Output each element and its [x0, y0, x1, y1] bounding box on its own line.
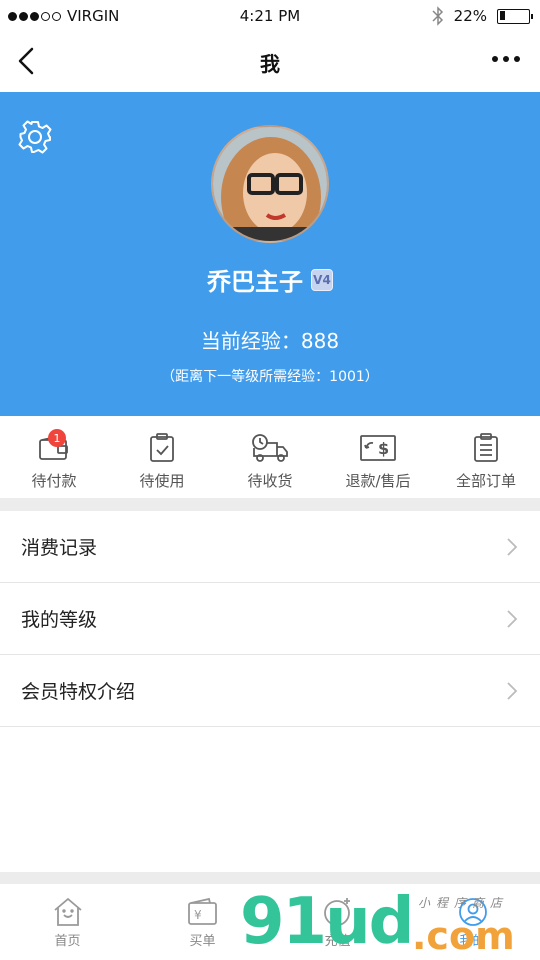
- profile-header: 乔巴主子 V4 当前经验：888 （距离下一等级所需经验：1001）: [0, 92, 540, 416]
- clipboard-check-icon: [142, 432, 182, 464]
- order-label: 待付款: [31, 472, 77, 490]
- coin-plus-icon: ¥: [323, 898, 350, 926]
- order-to-use[interactable]: 待使用: [108, 416, 216, 498]
- vip-level-badge: V4: [311, 268, 333, 291]
- tab-pay[interactable]: ¥ 买单: [135, 884, 270, 960]
- tab-label: 我的: [459, 934, 486, 949]
- tab-bar: 首页 ¥ 买单 ¥ 充值 我的: [0, 884, 540, 960]
- menu-consumption-records[interactable]: 消费记录: [0, 511, 540, 583]
- current-experience: 当前经验：888: [200, 329, 340, 353]
- tab-label: 充值: [324, 934, 351, 949]
- bluetooth-icon: [432, 6, 443, 26]
- page-title: 我: [260, 52, 280, 76]
- order-label: 退款/售后: [345, 472, 411, 490]
- svg-text:¥: ¥: [332, 907, 340, 921]
- settings-gear-icon[interactable]: [17, 119, 53, 155]
- order-all[interactable]: 全部订单: [432, 416, 540, 498]
- avatar[interactable]: [211, 125, 329, 243]
- tab-mine[interactable]: 我的: [405, 884, 540, 960]
- tab-recharge[interactable]: ¥ 充值: [270, 884, 405, 960]
- bottom-divider: [0, 872, 540, 884]
- chevron-right-icon: [507, 537, 518, 556]
- username: 乔巴主子: [207, 268, 303, 296]
- avatar-photo: [213, 127, 327, 241]
- chevron-right-icon: [507, 681, 518, 700]
- menu-label: 会员特权介绍: [21, 681, 136, 703]
- delivery-truck-icon: [250, 432, 290, 464]
- order-pending-payment[interactable]: 1 待付款: [0, 416, 108, 498]
- section-divider: [0, 498, 540, 511]
- order-refund[interactable]: $ 退款/售后: [324, 416, 432, 498]
- battery-percent: 22%: [453, 7, 487, 25]
- username-row: 乔巴主子 V4: [0, 262, 540, 297]
- status-bar: VIRGIN 4:21 PM 22%: [0, 0, 540, 32]
- user-icon: [458, 898, 487, 926]
- order-label: 全部订单: [455, 472, 516, 490]
- order-shortcuts: 1 待付款 待使用 待收货 $ 退款/售后 全部订单: [0, 416, 540, 498]
- menu-label: 我的等级: [21, 609, 98, 631]
- nav-bar: 我: [0, 32, 540, 92]
- status-right: 22%: [432, 6, 533, 26]
- order-label: 待使用: [139, 472, 185, 490]
- menu-label: 消费记录: [21, 537, 98, 559]
- home-icon: [53, 897, 82, 926]
- menu-list: 消费记录 我的等级 会员特权介绍: [0, 511, 540, 727]
- menu-member-privileges[interactable]: 会员特权介绍: [0, 655, 540, 727]
- svg-text:$: $: [378, 439, 389, 458]
- menu-my-level[interactable]: 我的等级: [0, 583, 540, 655]
- tab-home[interactable]: 首页: [0, 884, 135, 960]
- tab-label: 买单: [189, 934, 216, 949]
- order-list-icon: [466, 432, 506, 464]
- more-options-icon[interactable]: [492, 56, 520, 62]
- battery-icon: [497, 8, 533, 24]
- next-level-hint: （距离下一等级所需经验：1001）: [161, 369, 379, 385]
- order-label: 待收货: [247, 472, 293, 490]
- order-to-receive[interactable]: 待收货: [216, 416, 324, 498]
- tab-label: 首页: [54, 934, 81, 949]
- chevron-right-icon: [507, 609, 518, 628]
- refund-icon: $: [358, 432, 398, 464]
- wallet-yen-icon: ¥: [187, 897, 217, 925]
- pending-payment-badge: 1: [48, 429, 66, 447]
- svg-text:¥: ¥: [194, 908, 202, 922]
